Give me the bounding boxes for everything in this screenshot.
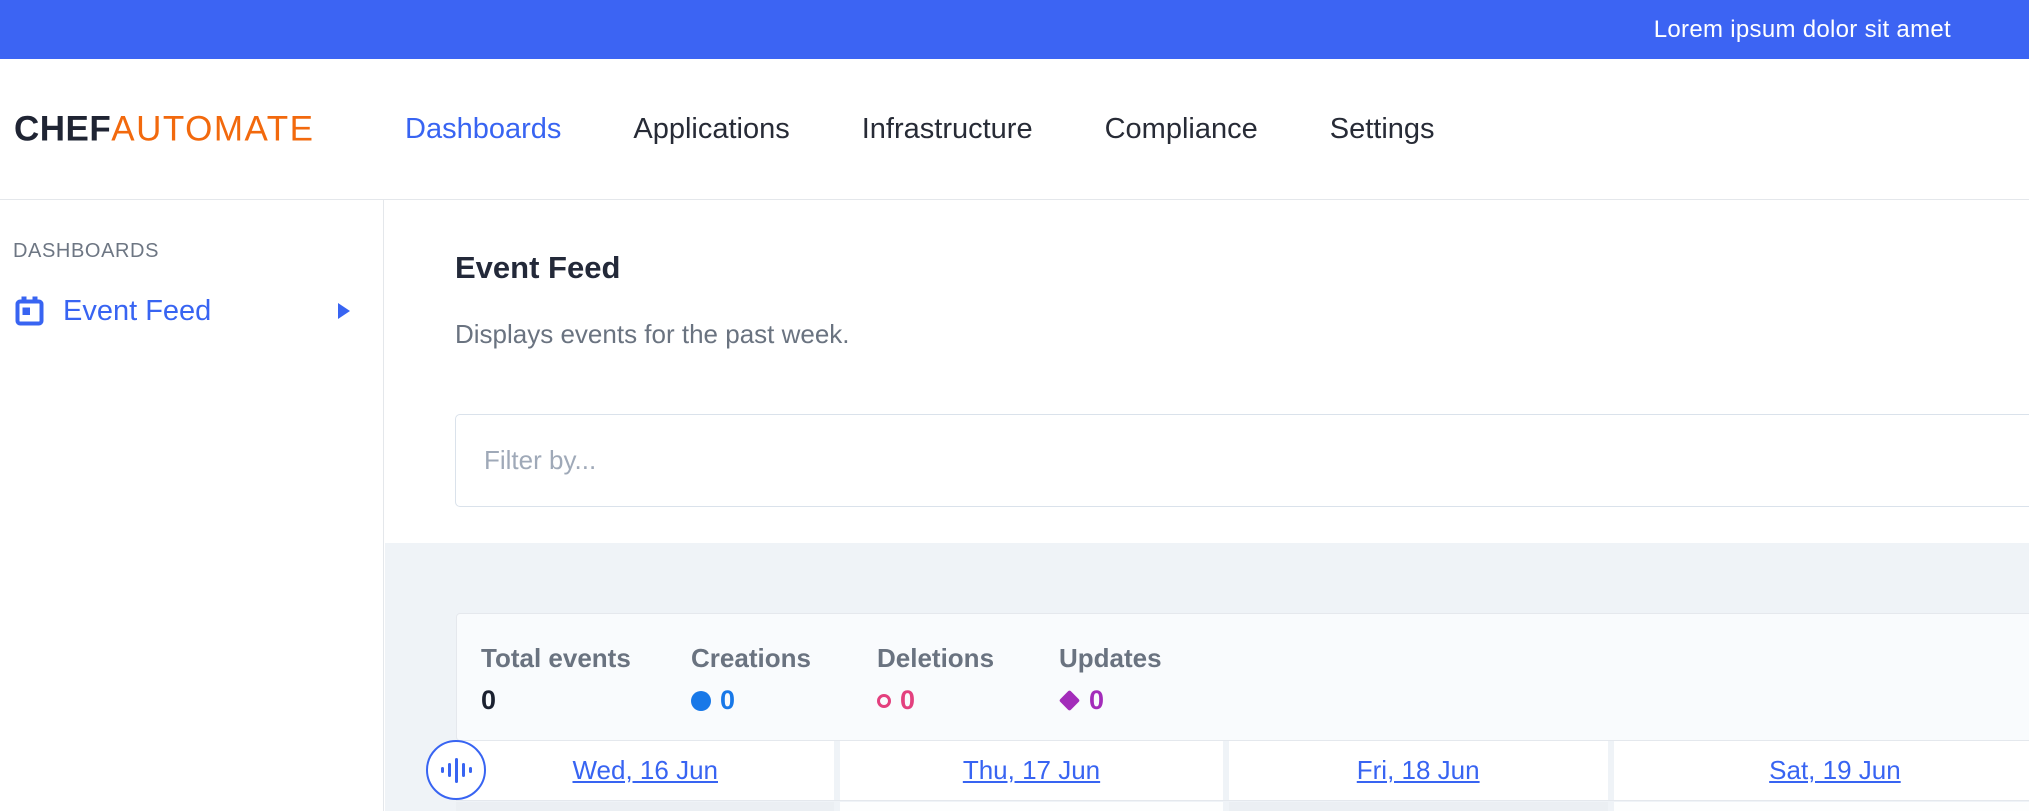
- calendar-icon: [15, 296, 44, 327]
- stat-value: 0: [720, 685, 735, 716]
- chef-automate-logo[interactable]: CHEFAUTOMATE: [14, 112, 315, 147]
- nav-infrastructure[interactable]: Infrastructure: [862, 113, 1033, 146]
- stat-label: Creations: [691, 643, 811, 674]
- stat-value: 0: [1089, 685, 1104, 716]
- stat-creations: Creations 0: [691, 643, 811, 716]
- date-cell: Thu, 17 Jun: [840, 741, 1222, 800]
- logo-chef: CHEF: [14, 110, 111, 149]
- date-cell: Fri, 18 Jun: [1229, 741, 1608, 800]
- guitar-strings-icon-button[interactable]: [426, 740, 486, 800]
- banner-message: Lorem ipsum dolor sit amet: [1654, 16, 1951, 44]
- triangle-right-icon: [338, 303, 350, 319]
- app-header: CHEFAUTOMATE Dashboards Applications Inf…: [0, 59, 2029, 200]
- timeline-day-column: [840, 802, 1222, 811]
- nav-applications[interactable]: Applications: [633, 113, 789, 146]
- update-marker-icon: [1059, 690, 1080, 711]
- stat-updates: Updates 0: [1059, 643, 1162, 716]
- creation-marker-icon: [691, 691, 711, 711]
- page-title: Event Feed: [455, 250, 620, 286]
- nav-compliance[interactable]: Compliance: [1105, 113, 1258, 146]
- date-link-wed[interactable]: Wed, 16 Jun: [572, 755, 718, 786]
- timeline-day-column: [456, 802, 834, 811]
- app-window: Lorem ipsum dolor sit amet CHEFAUTOMATE …: [0, 0, 2029, 811]
- timeline-body-row: [456, 802, 2029, 811]
- sidebar-item-label: Event Feed: [63, 295, 211, 328]
- stat-label: Deletions: [877, 643, 994, 674]
- date-link-fri[interactable]: Fri, 18 Jun: [1357, 755, 1480, 786]
- date-link-thu[interactable]: Thu, 17 Jun: [963, 755, 1100, 786]
- sidebar-section-label: DASHBOARDS: [13, 240, 159, 263]
- timeline-date-header: Wed, 16 Jun Thu, 17 Jun Fri, 18 Jun Sat,…: [456, 740, 2029, 801]
- stat-total-events: Total events 0: [481, 643, 631, 716]
- timeline-day-column: [1614, 802, 2029, 811]
- deletion-marker-icon: [877, 694, 891, 708]
- timeline-day-column: [1229, 802, 1608, 811]
- date-link-sat[interactable]: Sat, 19 Jun: [1769, 755, 1901, 786]
- logo-automate: AUTOMATE: [111, 110, 314, 149]
- stat-value: 0: [481, 685, 496, 716]
- nav-dashboards[interactable]: Dashboards: [405, 113, 561, 146]
- page-subtitle: Displays events for the past week.: [455, 319, 850, 350]
- sidebar: DASHBOARDS Event Feed: [0, 200, 384, 811]
- filter-input[interactable]: [455, 414, 2029, 507]
- date-cell: Wed, 16 Jun: [456, 741, 834, 800]
- stat-label: Total events: [481, 643, 631, 674]
- top-banner: Lorem ipsum dolor sit amet: [0, 0, 2029, 59]
- main-nav: Dashboards Applications Infrastructure C…: [405, 59, 1435, 199]
- sidebar-item-event-feed[interactable]: Event Feed: [0, 286, 382, 336]
- stat-value: 0: [900, 685, 915, 716]
- nav-settings[interactable]: Settings: [1330, 113, 1435, 146]
- stat-deletions: Deletions 0: [877, 643, 994, 716]
- event-counts-card: Total events 0 Creations 0 Deletions 0 U…: [456, 613, 2029, 741]
- stat-label: Updates: [1059, 643, 1162, 674]
- date-cell: Sat, 19 Jun: [1614, 741, 2029, 800]
